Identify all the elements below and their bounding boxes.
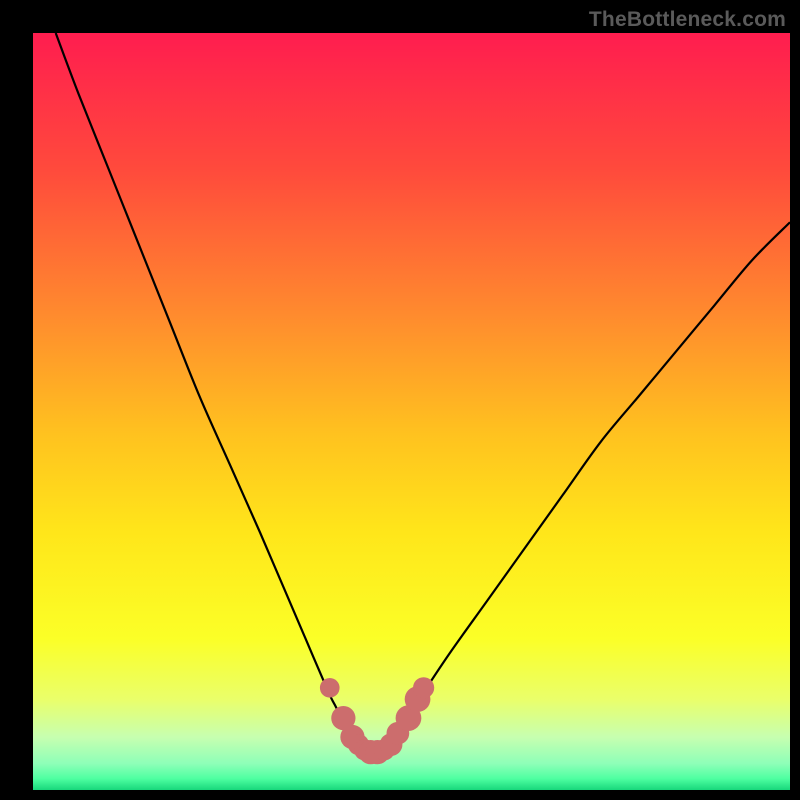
marker-point [413,677,434,698]
plot-background [33,33,790,790]
chart-frame: TheBottleneck.com [0,0,800,800]
chart-svg [33,33,790,790]
plot-area [33,33,790,790]
watermark-text: TheBottleneck.com [589,8,786,32]
marker-point [320,678,340,698]
